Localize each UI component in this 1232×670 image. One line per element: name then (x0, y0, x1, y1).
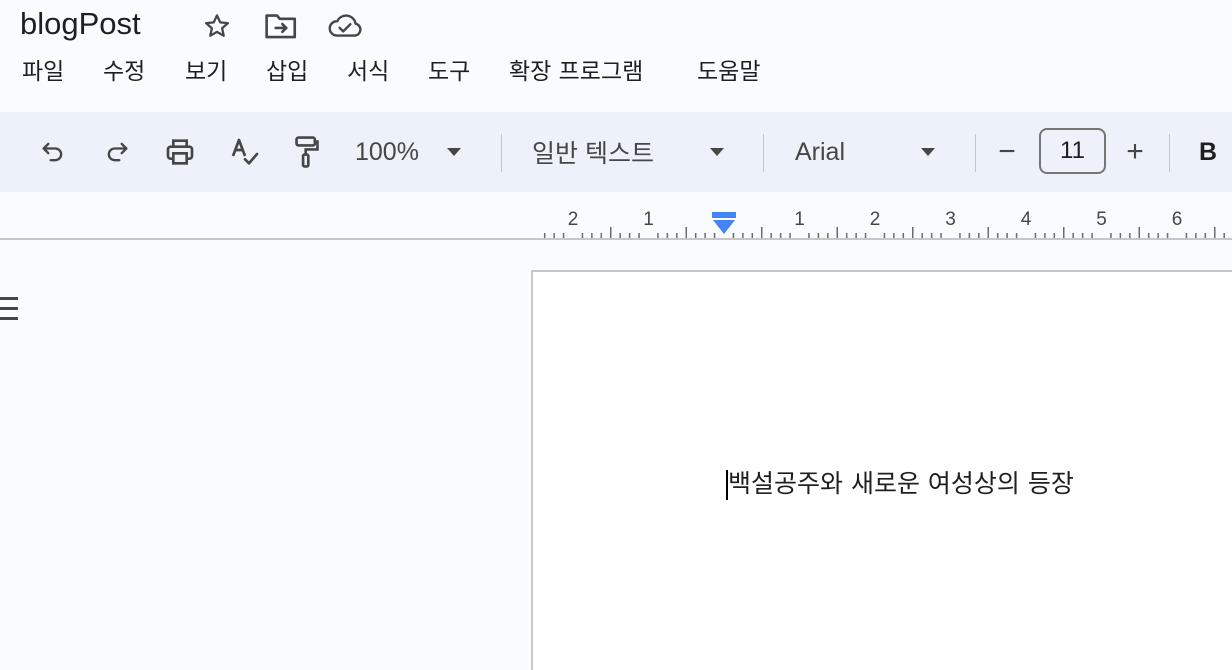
outline-pane (0, 240, 531, 648)
menu-insert[interactable]: 삽입 (266, 56, 308, 88)
menu-file[interactable]: 파일 (22, 56, 64, 88)
increase-font-size-button[interactable]: + (1118, 132, 1152, 172)
bold-button[interactable]: B (1193, 132, 1223, 172)
ruler: 2 1 1 2 3 4 5 6 (0, 192, 1232, 240)
decrease-font-size-button[interactable]: − (990, 132, 1024, 172)
paragraph-style-select[interactable]: 일반 텍스트 (532, 132, 742, 172)
ruler-label: 1 (794, 209, 805, 230)
menu-bar: 파일 수정 보기 삽입 서식 도구 확장 프로그램 도움말 (0, 52, 1232, 92)
font-family-value: Arial (795, 137, 846, 166)
ruler-scale: 2 1 1 2 3 4 5 6 (543, 209, 1225, 238)
menu-view[interactable]: 보기 (185, 56, 227, 88)
menu-format[interactable]: 서식 (347, 56, 389, 88)
toolbar: 100% 일반 텍스트 Arial − 11 + B (0, 112, 1232, 192)
menu-help[interactable]: 도움말 (697, 56, 760, 88)
ruler-label: 2 (870, 209, 881, 230)
star-icon[interactable] (199, 10, 235, 42)
paint-format-icon[interactable] (287, 132, 327, 172)
spellcheck-icon[interactable] (225, 132, 265, 172)
toolbar-divider (975, 134, 976, 172)
print-icon[interactable] (160, 132, 200, 172)
font-size-input[interactable]: 11 (1039, 128, 1106, 174)
move-to-folder-icon[interactable] (263, 10, 299, 42)
font-family-select[interactable]: Arial (795, 132, 950, 172)
toolbar-divider (501, 134, 502, 172)
menu-tools[interactable]: 도구 (428, 56, 470, 88)
ruler-label: 6 (1172, 209, 1183, 230)
cloud-saved-icon[interactable] (327, 10, 363, 42)
redo-icon[interactable] (98, 132, 136, 172)
ruler-label: 1 (643, 209, 654, 230)
undo-icon[interactable] (34, 132, 72, 172)
ruler-label: 5 (1096, 209, 1107, 230)
zoom-select[interactable]: 100% (355, 132, 490, 172)
document-page[interactable]: 백설공주와 새로운 여성상의 등장 (531, 270, 1232, 670)
document-title[interactable]: blogPost (20, 4, 141, 44)
document-body-text[interactable]: 백설공주와 새로운 여성상의 등장 (728, 468, 1074, 500)
chevron-down-icon (710, 148, 724, 156)
title-bar: blogPost (0, 0, 1232, 50)
indent-marker-icon[interactable] (711, 212, 737, 236)
toolbar-divider (763, 134, 764, 172)
outline-toggle-icon[interactable] (0, 294, 20, 324)
ruler-label: 3 (945, 209, 956, 230)
chevron-down-icon (446, 148, 461, 156)
ruler-label: 2 (568, 209, 579, 230)
ruler-label: 4 (1021, 209, 1032, 230)
menu-extensions[interactable]: 확장 프로그램 (509, 56, 643, 88)
zoom-value: 100% (355, 137, 419, 166)
chevron-down-icon (921, 148, 935, 156)
toolbar-divider (1169, 134, 1170, 172)
menu-edit[interactable]: 수정 (103, 56, 145, 88)
paragraph-style-value: 일반 텍스트 (532, 140, 654, 168)
